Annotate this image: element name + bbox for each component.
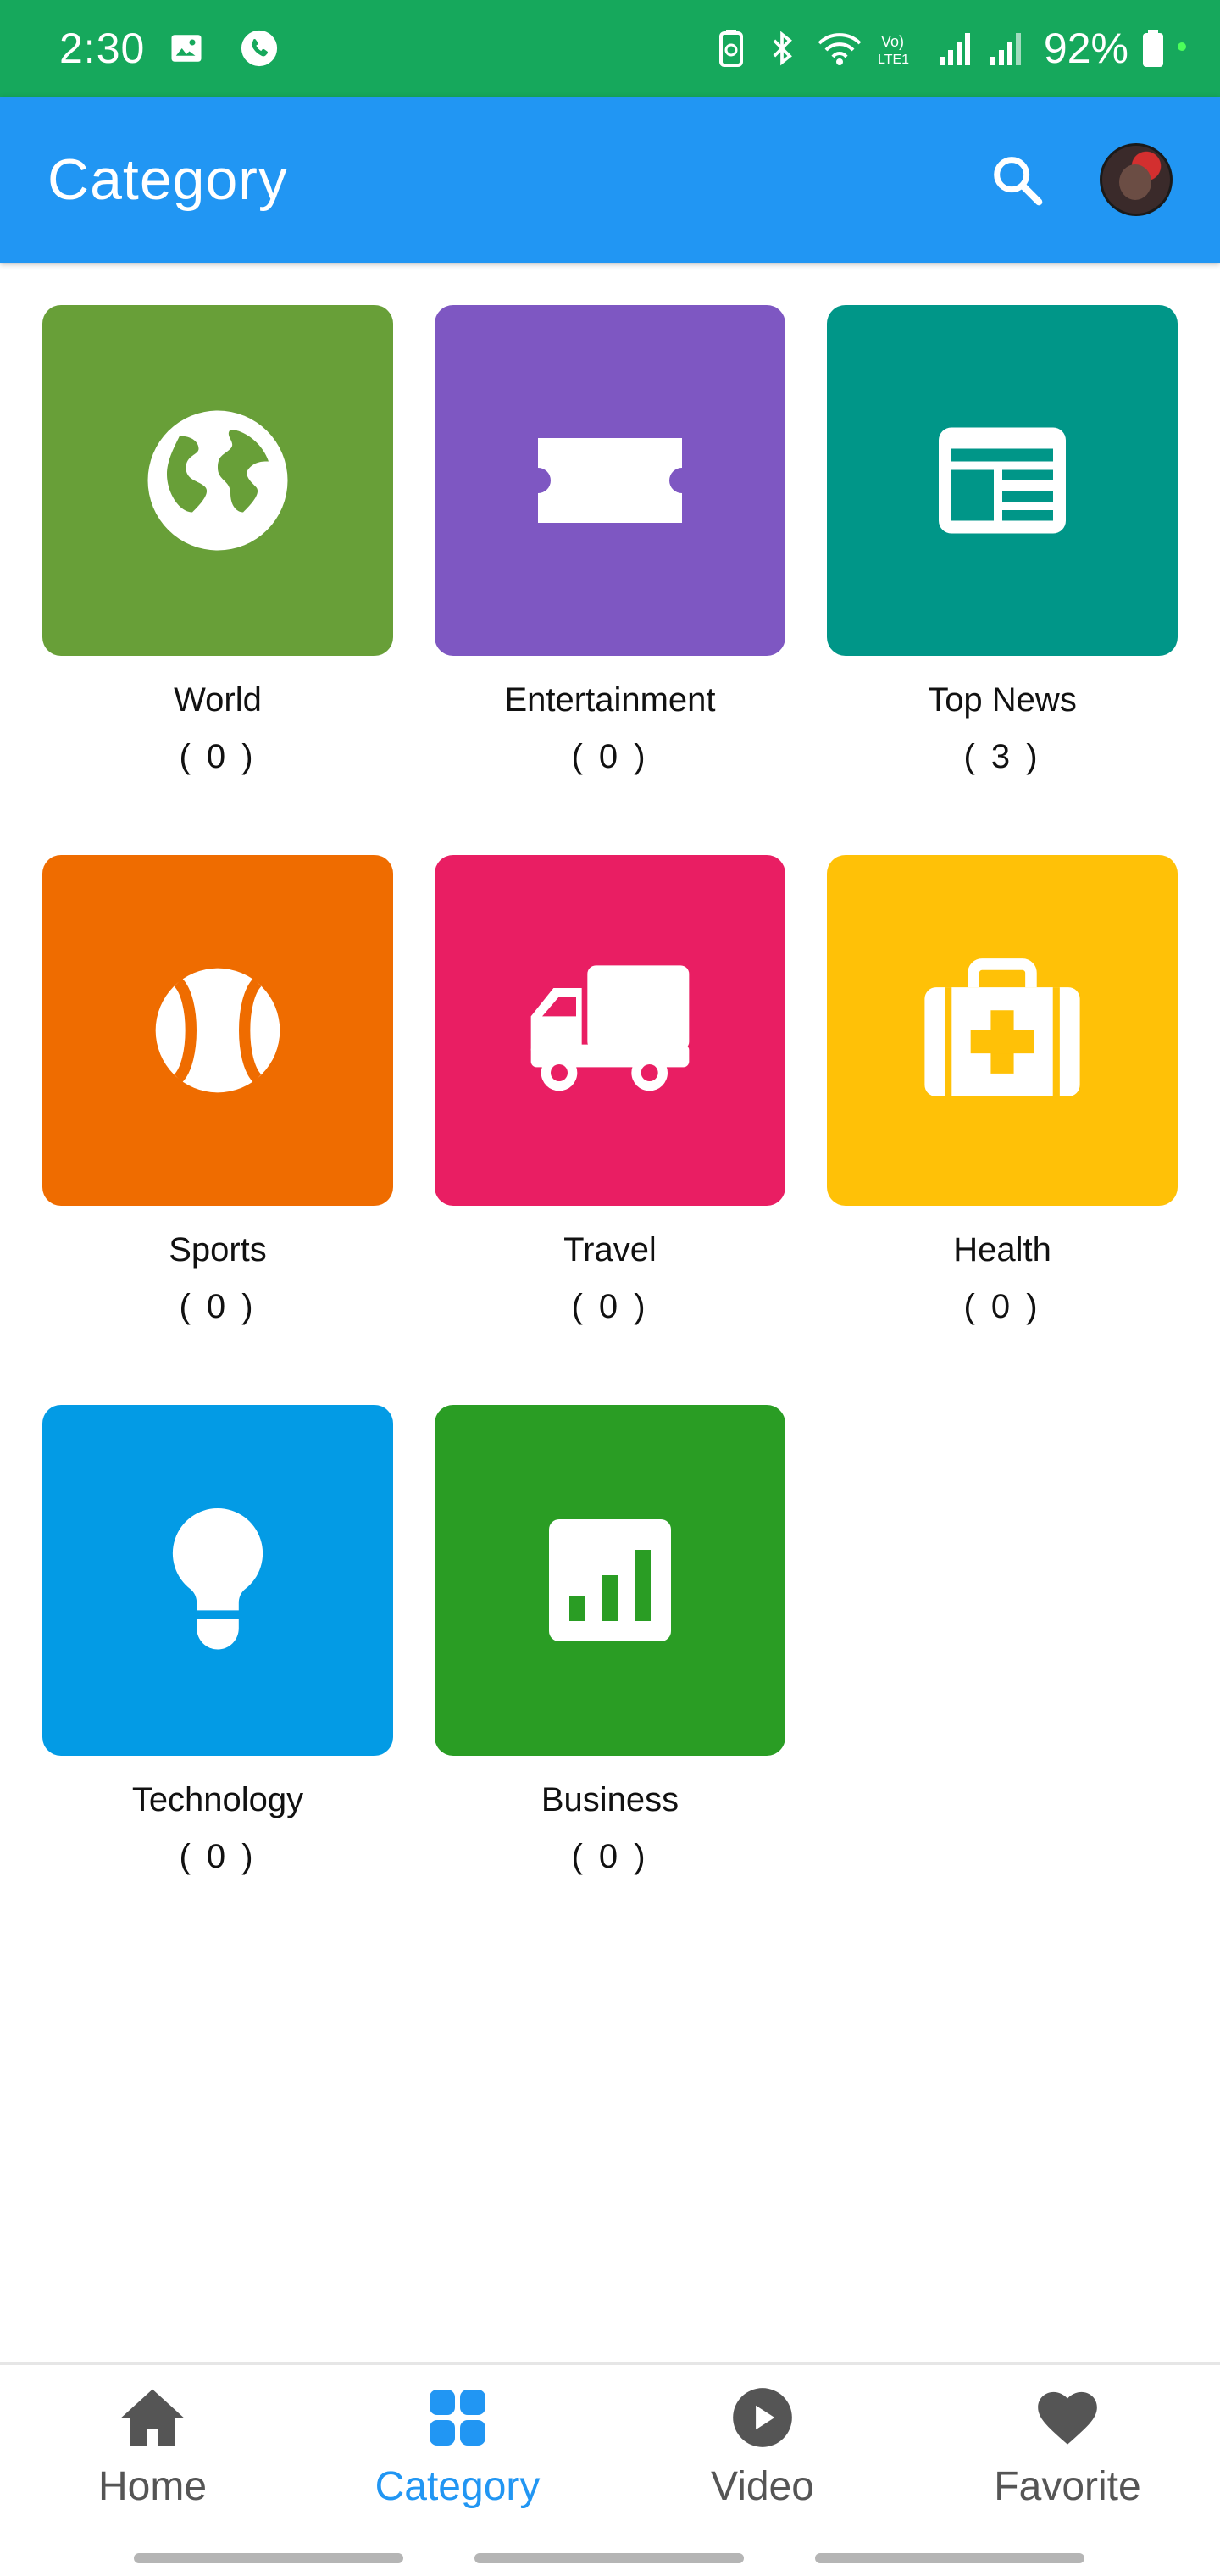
medical-kit-icon <box>924 958 1080 1097</box>
svg-text:LTE1: LTE1 <box>878 53 909 67</box>
app-bar-actions <box>984 143 1173 216</box>
category-icon-box <box>827 855 1178 1206</box>
svg-text:Vo): Vo) <box>881 33 904 50</box>
category-name: World <box>174 681 262 719</box>
category-count: ( 0 ) <box>571 738 649 775</box>
heart-icon <box>1034 2384 1101 2451</box>
search-icon <box>994 157 1043 206</box>
grid-icon <box>424 2384 491 2451</box>
nav-item-favorite[interactable]: Favorite <box>915 2384 1220 2536</box>
signal-icon-2 <box>988 29 1027 68</box>
bottom-navigation: Home Category Video Favorite <box>0 2362 1220 2576</box>
category-name: Business <box>541 1781 679 1818</box>
play-circle-icon <box>729 2384 796 2451</box>
search-button[interactable] <box>984 147 1049 212</box>
bluetooth-icon <box>762 29 801 68</box>
nav-label: Category <box>374 2464 541 2509</box>
category-tile-travel[interactable]: Travel ( 0 ) <box>435 855 785 1326</box>
category-name: Entertainment <box>504 681 716 719</box>
category-name: Travel <box>563 1231 657 1269</box>
home-icon <box>119 2384 186 2451</box>
lightbulb-icon <box>172 1508 263 1650</box>
nav-item-video[interactable]: Video <box>610 2384 915 2536</box>
category-count: ( 0 ) <box>179 738 257 775</box>
nav-item-category[interactable]: Category <box>305 2384 610 2536</box>
category-icon-box <box>435 1405 785 1756</box>
category-icon-box <box>435 855 785 1206</box>
nav-label: Favorite <box>994 2464 1141 2509</box>
status-left: 2:30 <box>59 24 279 73</box>
globe-icon <box>147 410 288 551</box>
category-tile-entertainment[interactable]: Entertainment ( 0 ) <box>435 305 785 776</box>
nav-item-home[interactable]: Home <box>0 2384 305 2536</box>
category-count: ( 0 ) <box>571 1838 649 1875</box>
category-count: ( 3 ) <box>963 738 1041 775</box>
avatar[interactable] <box>1100 143 1173 216</box>
category-tile-business[interactable]: Business ( 0 ) <box>435 1405 785 1876</box>
battery-icon <box>1140 29 1166 68</box>
app-bar: Category <box>0 97 1220 263</box>
volte-icon: Vo) LTE1 <box>878 29 925 68</box>
category-icon-box <box>42 305 393 656</box>
category-name: Technology <box>131 1781 304 1818</box>
category-tile-world[interactable]: World ( 0 ) <box>42 305 393 776</box>
category-tile-technology[interactable]: Technology ( 0 ) <box>42 1405 393 1876</box>
category-icon-box <box>827 305 1178 656</box>
category-icon-box <box>42 1405 393 1756</box>
baseball-icon <box>155 968 280 1093</box>
battery-percentage: 92% <box>1043 25 1128 72</box>
category-name: Top News <box>928 681 1077 719</box>
battery-saver-icon <box>712 29 751 68</box>
wifi-icon <box>813 29 866 68</box>
gesture-bar-right <box>815 2553 1084 2563</box>
category-tile-health[interactable]: Health ( 0 ) <box>827 855 1178 1326</box>
category-count: ( 0 ) <box>179 1838 257 1875</box>
category-tile-sports[interactable]: Sports ( 0 ) <box>42 855 393 1326</box>
category-icon-box <box>435 305 785 656</box>
bar-chart-icon <box>549 1519 671 1641</box>
gesture-bar-left <box>134 2553 403 2563</box>
privacy-indicator-dot <box>1178 42 1186 51</box>
nav-label: Home <box>97 2464 208 2509</box>
signal-icon <box>937 29 976 68</box>
newspaper-icon <box>939 427 1066 534</box>
status-bar: 2:30 Vo) LTE1 92% <box>0 0 1220 97</box>
nav-label: Video <box>711 2464 814 2509</box>
truck-icon <box>530 965 690 1091</box>
category-name: Health <box>953 1231 1051 1269</box>
category-count: ( 0 ) <box>179 1288 257 1325</box>
status-time: 2:30 <box>59 25 146 72</box>
category-name: Sports <box>169 1231 267 1269</box>
call-icon <box>240 29 279 68</box>
category-tile-top-news[interactable]: Top News ( 3 ) <box>827 305 1178 776</box>
ticket-icon <box>538 438 682 523</box>
category-count: ( 0 ) <box>571 1288 649 1325</box>
gesture-bar-center <box>474 2553 744 2563</box>
category-count: ( 0 ) <box>963 1288 1041 1325</box>
category-icon-box <box>42 855 393 1206</box>
gallery-icon <box>167 29 206 68</box>
page-title: Category <box>47 147 288 212</box>
status-right: Vo) LTE1 92% <box>712 24 1186 73</box>
